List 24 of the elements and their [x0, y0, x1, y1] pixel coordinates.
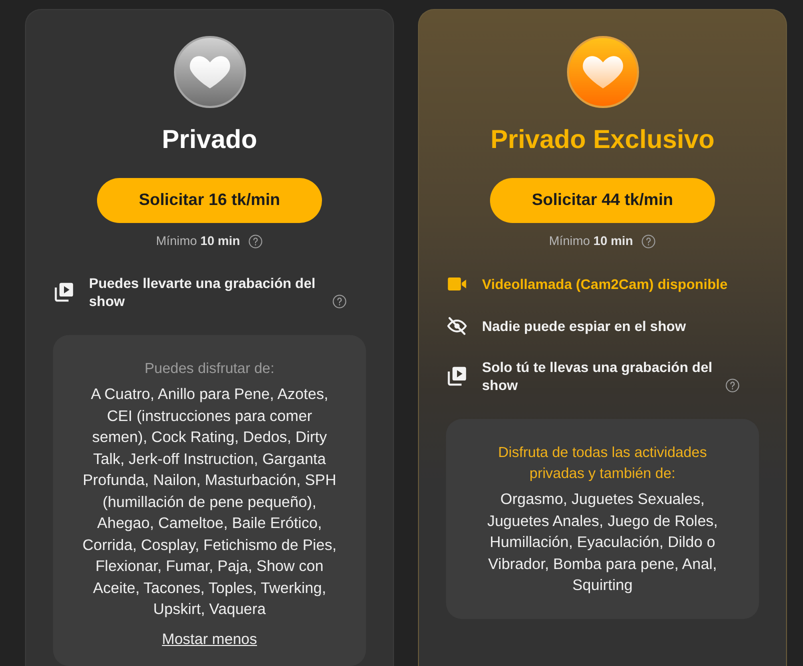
help-icon[interactable] [641, 234, 656, 248]
plan-title: Privado [162, 124, 258, 154]
feature-text: Videollamada (Cam2Cam) disponible [482, 275, 728, 293]
help-icon[interactable] [332, 294, 347, 308]
request-button[interactable]: Solicitar 44 tk/min [490, 178, 715, 223]
activities-heading: Disfruta de todas las actividades privadas y también de: [497, 444, 708, 484]
help-icon[interactable] [725, 378, 740, 392]
show-less-link[interactable]: Mostar menos [162, 628, 258, 650]
feature-text: Nadie puede espiar en el show [482, 317, 686, 335]
eye-slash-icon [447, 316, 467, 336]
feature-text: Solo tú te llevas una grabación del show [482, 358, 714, 394]
activities-list: Orgasmo, Juguetes Sexuales, Juguetes Anales, Juego de Roles, Humillación, Eyaculación, Dildo o Vibrador, Bomba para pene, Anal, Squirting [471, 489, 734, 596]
feature-text: Puedes llevarte una grabación del show [89, 274, 316, 310]
heart-badge-icon [566, 36, 638, 108]
activities-list: A Cuatro, Anillo para Pene, Azotes, CEI (instrucciones para comer semen), Cock Rating, Dedos, Dirty Talk, Jerk-off Instruction, Garganta Profunda, Nailon, Masturbación, SPH (humillación de pene pequeño), Ahegao, Cameltoe, Baile Erótico, Corrida, Cosplay, Fetichismo de Pies, Flexionar, Fumar, Paja, Show con Aceite, Tacones, Toples, Twerking, Upskirt, Vaquera [78, 384, 341, 620]
play-stack-icon [447, 366, 467, 386]
activities-heading: Puedes disfrutar de: [144, 360, 276, 379]
heart-badge-icon [174, 36, 246, 108]
minimum-duration: Mínimo 10 min [156, 233, 240, 250]
plan-title: Privado Exclusivo [490, 124, 714, 154]
help-icon[interactable] [248, 234, 264, 248]
request-button[interactable]: Solicitar 16 tk/min [97, 178, 322, 223]
minimum-duration: Mínimo 10 min [548, 233, 634, 250]
play-stack-icon [54, 282, 74, 302]
